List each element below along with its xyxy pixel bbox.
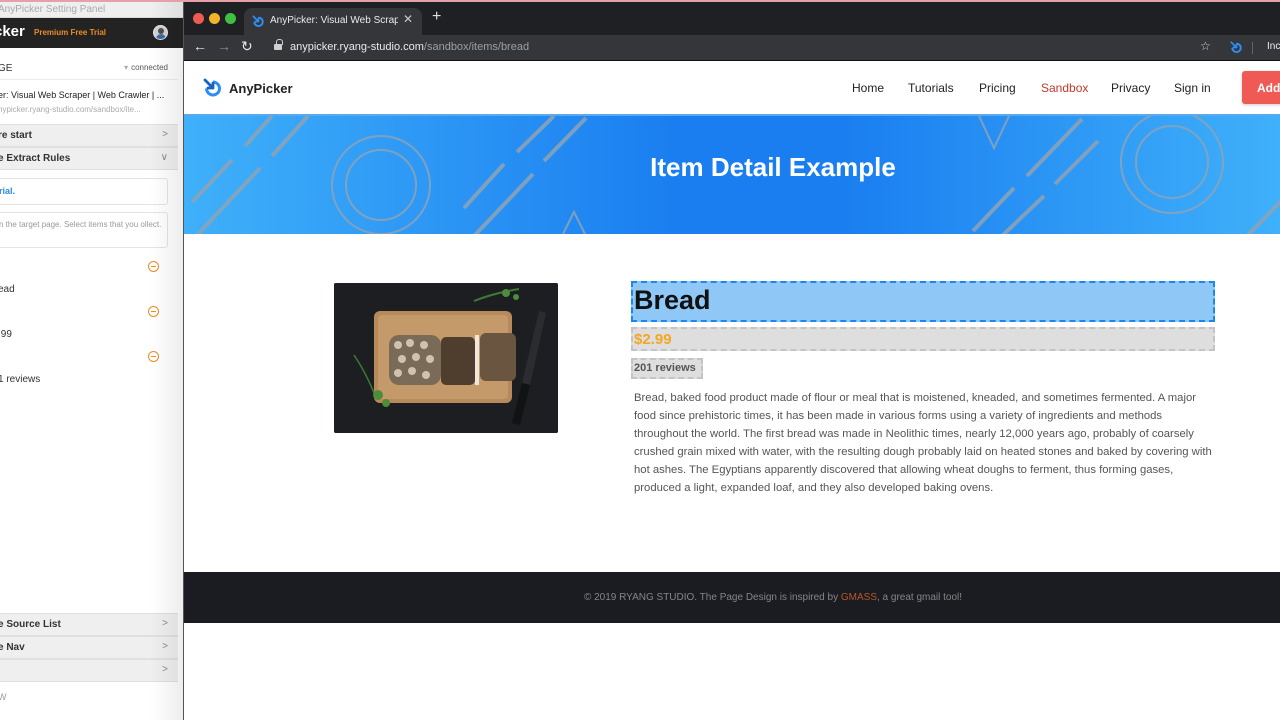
- nav-home[interactable]: Home: [852, 81, 884, 95]
- selected-product-reviews[interactable]: 201 reviews: [631, 358, 703, 379]
- section-extract-rules[interactable]: e Extract Rules ∨: [0, 147, 178, 170]
- selected-product-name[interactable]: Bread: [631, 281, 1215, 322]
- hero-banner: Item Detail Example: [184, 114, 1280, 234]
- hero-title: Item Detail Example: [650, 152, 896, 182]
- panel-logo: cker: [0, 23, 25, 40]
- profile-label[interactable]: Inc: [1267, 41, 1280, 52]
- site-brand[interactable]: AnyPicker: [229, 81, 293, 96]
- site-navbar: AnyPicker Home Tutorials Pricing Sandbox…: [184, 62, 1280, 114]
- new-tab-icon[interactable]: +: [432, 8, 441, 26]
- chevron-right-icon: >: [162, 129, 168, 140]
- field-value: 1 reviews: [0, 374, 41, 385]
- chevron-right-icon: >: [162, 641, 168, 652]
- panel-footer-text: W: [0, 692, 7, 702]
- instructions-text: n the target page. Select items that you…: [0, 220, 162, 229]
- deco-line: [1246, 199, 1280, 234]
- deco-triangle: [978, 116, 1010, 151]
- anypicker-setting-panel: AnyPicker Setting Panel cker Premium Fre…: [0, 0, 183, 720]
- web-page: AnyPicker Home Tutorials Pricing Sandbox…: [184, 62, 1280, 720]
- section-nav[interactable]: e Nav >: [0, 636, 178, 659]
- nav-sign-in[interactable]: Sign in: [1174, 81, 1211, 95]
- deco-line: [270, 116, 310, 158]
- section-label: e Nav: [0, 642, 25, 653]
- maximize-window-button[interactable]: [225, 13, 236, 24]
- window-edge: [0, 0, 1280, 2]
- deco-line: [473, 172, 535, 234]
- nav-tutorials[interactable]: Tutorials: [908, 81, 954, 95]
- wifi-icon: ▾: [124, 63, 129, 72]
- close-window-button[interactable]: [193, 13, 204, 24]
- deco-line: [1001, 194, 1046, 234]
- page-label: GE: [0, 63, 13, 74]
- reload-icon[interactable]: ↻: [241, 38, 253, 55]
- section-source-list[interactable]: e Source List >: [0, 613, 178, 636]
- selected-product-price[interactable]: $2.99: [631, 327, 1215, 351]
- instructions-tip: n the target page. Select items that you…: [0, 212, 168, 248]
- url-host: anypicker.ryang-studio.com: [290, 41, 424, 53]
- anypicker-extension-icon[interactable]: [1230, 41, 1243, 54]
- chevron-right-icon: >: [162, 664, 168, 675]
- panel-window-title: AnyPicker Setting Panel: [0, 4, 106, 15]
- tab-bar: AnyPicker: Visual Web Scraper | ✕ +: [184, 2, 1280, 35]
- section-label: e Source List: [0, 619, 61, 630]
- bread-image: [334, 283, 558, 433]
- tab-title: AnyPicker: Visual Web Scraper |: [270, 15, 398, 26]
- bookmark-star-icon[interactable]: ☆: [1200, 39, 1211, 53]
- chevron-down-icon: ∨: [160, 152, 168, 163]
- panel-header: cker Premium Free Trial: [0, 18, 183, 48]
- remove-field-icon[interactable]: [148, 351, 159, 362]
- deco-line: [515, 116, 556, 154]
- panel-titlebar: AnyPicker Setting Panel: [0, 2, 183, 18]
- product-description: Bread, baked food product made of flour …: [634, 392, 1212, 494]
- deco-line: [243, 116, 274, 148]
- section-extra[interactable]: >: [0, 659, 178, 682]
- tutorial-tip: rial.: [0, 178, 168, 205]
- remove-field-icon[interactable]: [148, 306, 159, 317]
- page-status-row: GE ▾ connected: [0, 56, 178, 80]
- anypicker-favicon-icon: [252, 15, 264, 28]
- anypicker-logo-icon[interactable]: [203, 78, 223, 98]
- chevron-right-icon: >: [162, 618, 168, 629]
- user-avatar[interactable]: [153, 25, 168, 40]
- gmass-link[interactable]: GMASS: [841, 592, 877, 603]
- close-tab-icon[interactable]: ✕: [403, 12, 413, 26]
- field-value: .99: [0, 329, 12, 340]
- browser-tab[interactable]: AnyPicker: Visual Web Scraper | ✕: [244, 8, 422, 35]
- nav-pricing[interactable]: Pricing: [979, 81, 1016, 95]
- product-name: Bread: [634, 285, 711, 315]
- back-arrow-icon[interactable]: ←: [193, 38, 207, 54]
- forward-arrow-icon[interactable]: →: [217, 38, 231, 54]
- footer-text: © 2019 RYANG STUDIO. The Page Design is …: [184, 592, 1280, 603]
- product-reviews: 201 reviews: [634, 362, 696, 374]
- browser-window: AnyPicker: Visual Web Scraper | ✕ + ← → …: [183, 2, 1280, 720]
- connection-status: ▾ connected: [124, 63, 168, 72]
- target-page-url: nypicker.ryang-studio.com/sandbox/ite...: [0, 105, 141, 114]
- premium-trial-badge[interactable]: Premium Free Trial: [34, 28, 106, 37]
- lock-icon: [274, 39, 283, 51]
- nav-privacy[interactable]: Privacy: [1111, 81, 1150, 95]
- connection-status-text: connected: [131, 63, 168, 72]
- minimize-window-button[interactable]: [209, 13, 220, 24]
- url-path: /sandbox/items/bread: [423, 41, 530, 53]
- nav-sandbox[interactable]: Sandbox: [1041, 81, 1088, 95]
- field-value: ead: [0, 284, 15, 295]
- target-page-title: er: Visual Web Scraper | Web Crawler | .…: [0, 90, 165, 100]
- add-to-chrome-button[interactable]: Add t: [1242, 71, 1280, 104]
- product-image: [334, 283, 558, 433]
- section-label: e Extract Rules: [0, 153, 71, 164]
- remove-field-icon[interactable]: [148, 261, 159, 272]
- section-label: re start: [0, 130, 32, 141]
- deco-line: [971, 186, 1016, 233]
- section-before-start[interactable]: re start >: [0, 124, 178, 147]
- site-footer: © 2019 RYANG STUDIO. The Page Design is …: [184, 572, 1280, 623]
- toolbar-divider: [1252, 42, 1253, 54]
- address-bar[interactable]: anypicker.ryang-studio.com/sandbox/items…: [264, 37, 1224, 59]
- browser-toolbar: ← → ↻ anypicker.ryang-studio.com/sandbox…: [184, 35, 1280, 61]
- footer-suffix: , a great gmail tool!: [877, 592, 963, 603]
- url-text[interactable]: anypicker.ryang-studio.com/sandbox/items…: [290, 41, 529, 53]
- footer-prefix: © 2019 RYANG STUDIO. The Page Design is …: [583, 592, 841, 603]
- product-price: $2.99: [634, 331, 672, 348]
- deco-triangle: [561, 209, 587, 234]
- tutorial-link[interactable]: rial.: [0, 186, 15, 196]
